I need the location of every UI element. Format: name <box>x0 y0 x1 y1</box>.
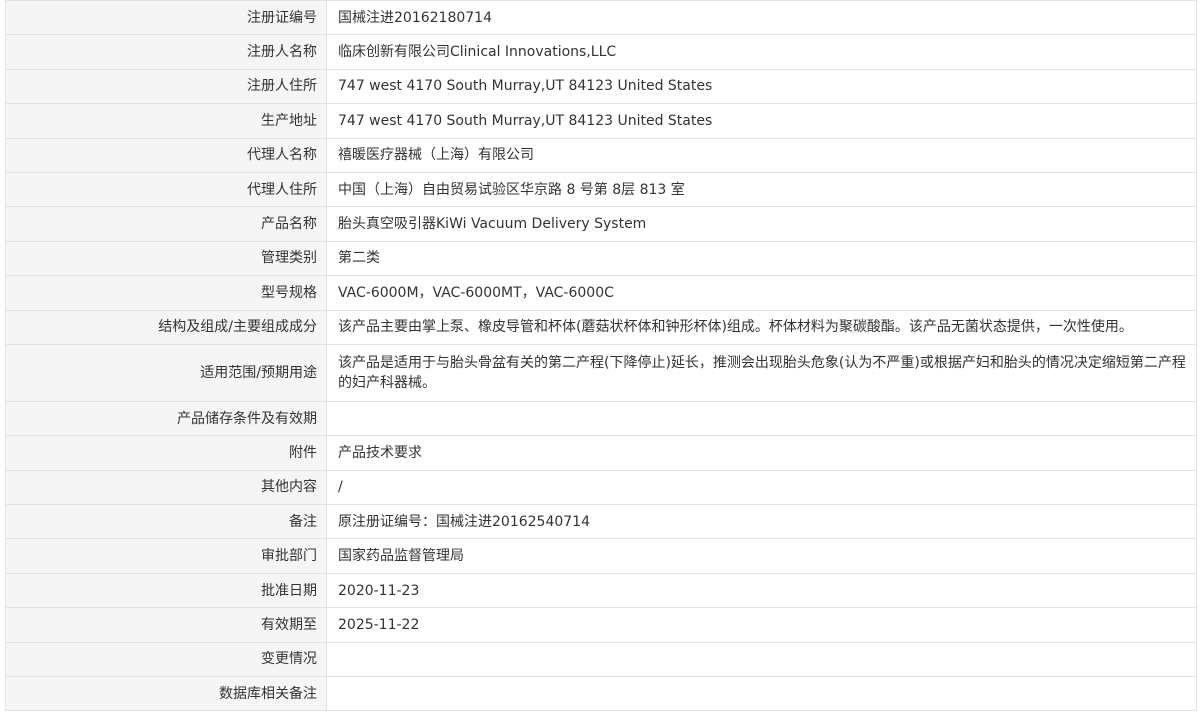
field-value: 第二类 <box>326 240 1197 277</box>
field-value: 中国（上海）自由贸易试验区华京路 8 号第 8层 813 室 <box>326 171 1197 208</box>
field-label: 适用范围/预期用途 <box>5 343 327 402</box>
table-row: 产品储存条件及有效期 <box>5 400 1197 437</box>
table-row: 代理人名称 禧暖医疗器械（上海）有限公司 <box>5 137 1197 173</box>
field-label: 备注 <box>5 504 327 540</box>
field-value: 国械注进20162180714 <box>326 0 1197 36</box>
field-label: 结构及组成/主要组成成分 <box>5 309 327 345</box>
table-row: 注册人住所 747 west 4170 South Murray,UT 8412… <box>5 68 1197 105</box>
field-value <box>326 676 1197 712</box>
table-row: 附件 产品技术要求 <box>5 435 1197 471</box>
table-row: 审批部门 国家药品监督管理局 <box>5 538 1197 574</box>
field-value: 747 west 4170 South Murray,UT 84123 Unit… <box>326 68 1197 105</box>
field-value: / <box>326 469 1197 506</box>
field-label: 型号规格 <box>5 275 327 311</box>
field-label: 变更情况 <box>5 641 327 678</box>
field-value: 禧暖医疗器械（上海）有限公司 <box>326 137 1197 173</box>
table-row: 其他内容 / <box>5 469 1197 506</box>
field-label: 产品储存条件及有效期 <box>5 400 327 437</box>
field-value <box>326 400 1197 437</box>
field-label: 注册人住所 <box>5 68 327 105</box>
field-label: 产品名称 <box>5 206 327 242</box>
table-row: 变更情况 <box>5 641 1197 678</box>
table-row: 生产地址 747 west 4170 South Murray,UT 84123… <box>5 103 1197 139</box>
field-label: 代理人住所 <box>5 171 327 208</box>
table-row: 注册人名称 临床创新有限公司Clinical Innovations,LLC <box>5 34 1197 70</box>
field-value: 2025-11-22 <box>326 607 1197 643</box>
table-row: 数据库相关备注 <box>5 676 1197 712</box>
field-label: 管理类别 <box>5 240 327 277</box>
table-row: 结构及组成/主要组成成分 该产品主要由掌上泵、橡皮导管和杯体(蘑菇状杯体和钟形杯… <box>5 309 1197 345</box>
table-row: 有效期至 2025-11-22 <box>5 607 1197 643</box>
field-label: 代理人名称 <box>5 137 327 173</box>
table-row: 注册证编号 国械注进20162180714 <box>5 0 1197 36</box>
table-row: 型号规格 VAC-6000M，VAC-6000MT，VAC-6000C <box>5 275 1197 311</box>
field-value: 临床创新有限公司Clinical Innovations,LLC <box>326 34 1197 70</box>
table-row: 备注 原注册证编号：国械注进20162540714 <box>5 504 1197 540</box>
field-value: 国家药品监督管理局 <box>326 538 1197 574</box>
table-row: 批准日期 2020-11-23 <box>5 572 1197 609</box>
field-value: 747 west 4170 South Murray,UT 84123 Unit… <box>326 103 1197 139</box>
field-value: 产品技术要求 <box>326 435 1197 471</box>
field-label: 批准日期 <box>5 572 327 609</box>
table-row: 管理类别 第二类 <box>5 240 1197 277</box>
field-label: 其他内容 <box>5 469 327 506</box>
field-label: 数据库相关备注 <box>5 676 327 712</box>
registration-detail-table: 注册证编号 国械注进20162180714 注册人名称 临床创新有限公司Clin… <box>5 0 1197 712</box>
field-label: 注册证编号 <box>5 0 327 36</box>
field-label: 附件 <box>5 435 327 471</box>
table-row: 代理人住所 中国（上海）自由贸易试验区华京路 8 号第 8层 813 室 <box>5 171 1197 208</box>
field-label: 生产地址 <box>5 103 327 139</box>
table-row: 产品名称 胎头真空吸引器KiWi Vacuum Delivery System <box>5 206 1197 242</box>
field-value: VAC-6000M，VAC-6000MT，VAC-6000C <box>326 275 1197 311</box>
field-value: 胎头真空吸引器KiWi Vacuum Delivery System <box>326 206 1197 242</box>
field-label: 注册人名称 <box>5 34 327 70</box>
field-label: 有效期至 <box>5 607 327 643</box>
field-value: 该产品是适用于与胎头骨盆有关的第二产程(下降停止)延长，推测会出现胎头危象(认为… <box>326 343 1197 402</box>
table-row: 适用范围/预期用途 该产品是适用于与胎头骨盆有关的第二产程(下降停止)延长，推测… <box>5 343 1197 402</box>
field-value <box>326 641 1197 678</box>
field-value: 2020-11-23 <box>326 572 1197 609</box>
field-label: 审批部门 <box>5 538 327 574</box>
field-value: 原注册证编号：国械注进20162540714 <box>326 504 1197 540</box>
field-value: 该产品主要由掌上泵、橡皮导管和杯体(蘑菇状杯体和钟形杯体)组成。杯体材料为聚碳酸… <box>326 309 1197 345</box>
